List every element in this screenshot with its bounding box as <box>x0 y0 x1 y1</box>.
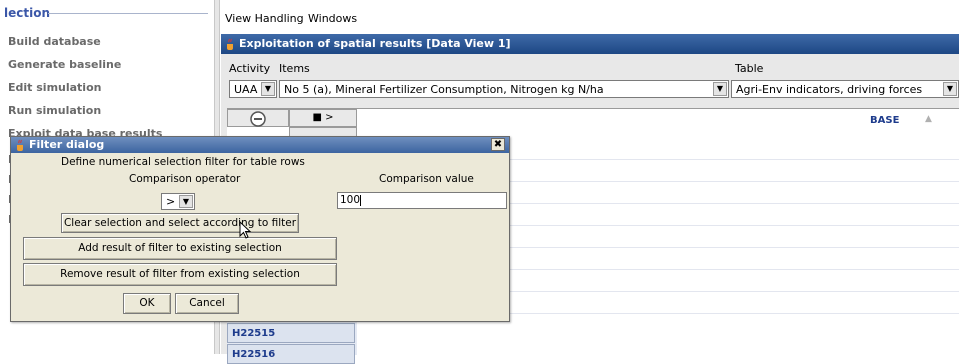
row-header-label: H22515 <box>232 328 276 339</box>
expand-button[interactable]: ■ > <box>289 109 357 127</box>
dropdown-arrow-icon[interactable]: ▼ <box>943 82 957 96</box>
dialog-description: Define numerical selection filter for ta… <box>61 156 305 168</box>
operator-value: > <box>166 195 176 208</box>
value-label: Comparison value <box>379 173 474 185</box>
operator-label: Comparison operator <box>129 173 241 185</box>
items-select[interactable]: No 5 (a), Mineral Fertilizer Consumption… <box>279 80 729 98</box>
dropdown-arrow-icon[interactable]: ▼ <box>713 82 727 96</box>
dropdown-arrow-icon[interactable]: ▼ <box>261 82 275 96</box>
menu-bar: View Handling Windows <box>221 8 959 28</box>
mouse-cursor-icon <box>239 221 252 239</box>
panel-title: lection <box>4 6 51 20</box>
nav-item-build-database[interactable]: Build database <box>8 35 101 48</box>
ok-button[interactable]: OK <box>123 293 171 314</box>
remove-from-selection-button[interactable]: Remove result of filter from existing se… <box>23 263 337 286</box>
nav-item-edit-simulation[interactable]: Edit simulation <box>8 81 101 94</box>
java-cup-icon <box>225 38 236 53</box>
activity-select[interactable]: UAA ▼ <box>229 80 277 98</box>
back-button[interactable] <box>227 109 289 127</box>
java-cup-icon <box>15 139 26 154</box>
add-to-selection-button[interactable]: Add result of filter to existing selecti… <box>23 237 337 260</box>
frame-title-bar[interactable]: Exploitation of spatial results [Data Vi… <box>221 34 959 54</box>
items-value: No 5 (a), Mineral Fertilizer Consumption… <box>284 83 604 96</box>
title-divider <box>48 13 208 14</box>
nav-item-generate-baseline[interactable]: Generate baseline <box>8 58 121 71</box>
close-icon[interactable]: ✖ <box>491 138 505 151</box>
comparison-value-text: 100 <box>340 194 361 206</box>
activity-value: UAA <box>234 83 258 96</box>
dropdown-arrow-icon[interactable]: ▼ <box>179 195 193 208</box>
cancel-button[interactable]: Cancel <box>175 293 239 314</box>
row-header-label: H22516 <box>232 349 276 360</box>
frame-title: Exploitation of spatial results [Data Vi… <box>239 37 511 50</box>
filter-dialog: Filter dialog ✖ Define numerical selecti… <box>10 136 510 322</box>
menu-view-handling[interactable]: View Handling <box>225 12 304 25</box>
activity-label: Activity <box>229 62 271 75</box>
clear-and-select-button[interactable]: Clear selection and select according to … <box>61 213 299 233</box>
back-icon <box>250 111 266 127</box>
menu-windows[interactable]: Windows <box>308 12 357 25</box>
sort-icon[interactable]: ▲ <box>925 114 932 124</box>
dialog-title: Filter dialog <box>29 138 105 151</box>
column-header-base[interactable]: BASE <box>870 115 899 126</box>
nav-item-run-simulation[interactable]: Run simulation <box>8 104 101 117</box>
table-label: Table <box>735 62 764 75</box>
dialog-title-bar[interactable]: Filter dialog ✖ <box>11 137 509 153</box>
column-header-area: BASE ▲ <box>357 109 959 137</box>
operator-select[interactable]: > ▼ <box>161 193 195 210</box>
text-caret <box>360 195 361 206</box>
row-header[interactable]: H22515 <box>227 323 355 343</box>
table-select[interactable]: Agri-Env indicators, driving forces ▼ <box>731 80 959 98</box>
table-value: Agri-Env indicators, driving forces <box>736 83 923 96</box>
row-header[interactable]: H22516 <box>227 344 355 364</box>
comparison-value-input[interactable]: 100 <box>337 192 507 209</box>
items-label: Items <box>279 62 310 75</box>
